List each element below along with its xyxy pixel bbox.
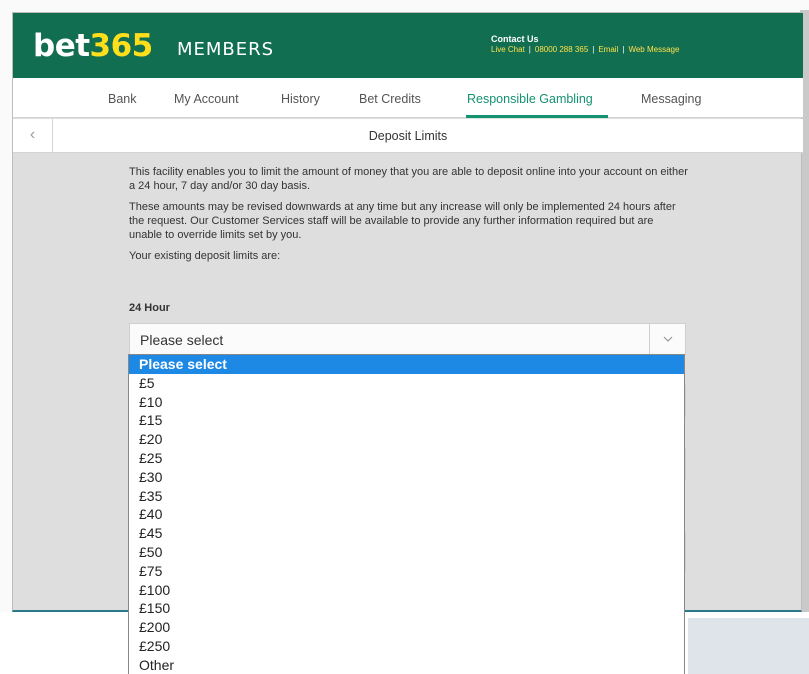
logo-365: 365 — [89, 28, 154, 64]
contact-links: Live Chat | 08000 288 365 | Email | Web Messag… — [491, 45, 679, 54]
web-message-link[interactable]: Web Message — [628, 45, 679, 54]
tab-responsible-gambling[interactable]: Responsible Gambling — [467, 92, 593, 106]
revision-paragraph: These amounts may be revised downwards a… — [129, 201, 676, 241]
limit-24h-label: 24 Hour — [129, 302, 170, 314]
contact-title: Contact Us — [491, 34, 539, 44]
info-text: This facility enables you to limit the a… — [129, 165, 689, 270]
bet365-logo[interactable]: bet365 — [33, 27, 153, 65]
option-75[interactable]: £75 — [129, 562, 684, 581]
option-5[interactable]: £5 — [129, 374, 684, 393]
option-40[interactable]: £40 — [129, 505, 684, 524]
separator: | — [592, 45, 595, 54]
option-15[interactable]: £15 — [129, 411, 684, 430]
desktop-area — [688, 618, 809, 674]
page-header: Deposit Limits ‹ — [13, 119, 803, 153]
chevron-left-icon: ‹ — [29, 126, 36, 143]
logo-members: MEMBERS — [177, 39, 275, 60]
intro-paragraph: This facility enables you to limit the a… — [129, 166, 688, 192]
option-10[interactable]: £10 — [129, 393, 684, 412]
option-250[interactable]: £250 — [129, 637, 684, 656]
limit-24h-options-list[interactable]: Please select £5 £10 £15 £20 £25 £30 £35… — [128, 354, 685, 674]
tab-messaging[interactable]: Messaging — [641, 92, 701, 106]
option-25[interactable]: £25 — [129, 449, 684, 468]
logo-bet: bet — [33, 28, 90, 64]
contact-block: Contact Us Live Chat | 08000 288 365 | Email… — [491, 34, 679, 54]
dropdown-toggle[interactable] — [649, 324, 685, 354]
limit-24h-select[interactable]: Please select — [129, 323, 686, 355]
option-200[interactable]: £200 — [129, 618, 684, 637]
back-button[interactable]: ‹ — [13, 119, 53, 152]
option-35[interactable]: £35 — [129, 487, 684, 506]
phone-link[interactable]: 08000 288 365 — [535, 45, 588, 54]
separator: | — [528, 45, 531, 54]
tab-bet-credits[interactable]: Bet Credits — [359, 92, 421, 106]
chevron-down-icon — [663, 336, 673, 342]
header-bar: bet365 MEMBERS Contact Us Live Chat | 0800… — [13, 13, 803, 78]
option-150[interactable]: £150 — [129, 599, 684, 618]
select-value: Please select — [140, 332, 224, 348]
main-nav: Bank My Account History Bet Credits Resp… — [13, 78, 803, 118]
live-chat-link[interactable]: Live Chat — [491, 45, 525, 54]
option-30[interactable]: £30 — [129, 468, 684, 487]
email-link[interactable]: Email — [598, 45, 618, 54]
active-tab-indicator — [466, 115, 608, 118]
option-50[interactable]: £50 — [129, 543, 684, 562]
existing-limits-text: Your existing deposit limits are: — [129, 250, 281, 262]
tab-my-account[interactable]: My Account — [174, 92, 239, 106]
option-100[interactable]: £100 — [129, 581, 684, 600]
separator: | — [622, 45, 625, 54]
option-45[interactable]: £45 — [129, 524, 684, 543]
option-20[interactable]: £20 — [129, 430, 684, 449]
tab-history[interactable]: History — [281, 92, 320, 106]
option-please-select[interactable]: Please select — [129, 355, 684, 374]
tab-bank[interactable]: Bank — [108, 92, 137, 106]
option-other[interactable]: Other — [129, 656, 684, 674]
page-title: Deposit Limits — [368, 129, 448, 143]
